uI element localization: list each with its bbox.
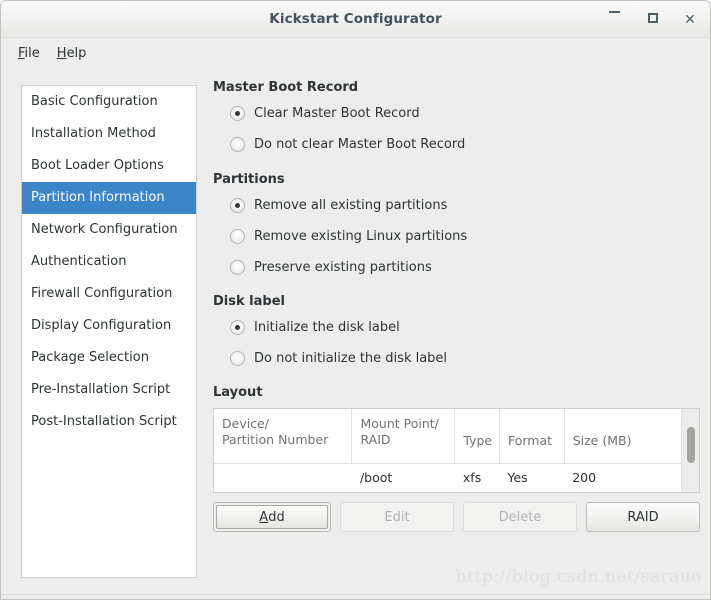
add-button[interactable]: Add [213, 502, 331, 532]
raid-button[interactable]: RAID [586, 502, 700, 532]
column-header-device-line1: Device/ [222, 416, 269, 431]
sidebar-item-basic-configuration[interactable]: Basic Configuration [22, 86, 196, 118]
title-bar: Kickstart Configurator ✕ [1, 1, 710, 38]
radio-remove-all-existing-partitions[interactable]: Remove all existing partitions [230, 194, 700, 216]
bottom-divider [1, 594, 710, 595]
column-header-mount-point: Mount Point/RAID [351, 409, 456, 464]
menu-help-mnemonic: H [56, 45, 67, 61]
cell-mount-point: /boot [359, 469, 393, 485]
sidebar-item-network-configuration[interactable]: Network Configuration [22, 214, 196, 246]
column-header-format: Format [499, 409, 565, 464]
radio-label-remove-linux: Remove existing Linux partitions [254, 228, 468, 244]
add-button-inner: Add [216, 505, 328, 529]
column-header-mount-line1: Mount Point/ [360, 416, 439, 431]
group-layout: Layout Device/Partition Number Mount Poi… [213, 385, 700, 532]
radio-label-preserve: Preserve existing partitions [254, 259, 432, 275]
radio-icon-unselected [230, 136, 245, 152]
table-scroll-area: Device/Partition Number Mount Point/RAID… [214, 409, 681, 492]
cell-format: Yes [507, 469, 528, 485]
radio-icon-selected [230, 319, 245, 335]
radio-icon-unselected [230, 259, 245, 275]
radio-remove-existing-linux-partitions[interactable]: Remove existing Linux partitions [230, 225, 700, 247]
maximize-icon [648, 13, 658, 23]
group-title-partitions: Partitions [213, 172, 285, 187]
scrollbar-thumb[interactable] [687, 427, 695, 463]
group-master-boot-record: Master Boot Record Clear Master Boot Rec… [213, 80, 700, 155]
radio-do-not-initialize-the-disk-label[interactable]: Do not initialize the disk label [230, 347, 700, 369]
radio-label-remove-all: Remove all existing partitions [254, 197, 448, 213]
sidebar-item-authentication[interactable]: Authentication [22, 246, 196, 278]
sidebar-item-boot-loader-options[interactable]: Boot Loader Options [22, 150, 196, 182]
cell-type: xfs [462, 469, 482, 485]
group-disk-label: Disk label Initialize the disk label Do … [213, 294, 700, 369]
cell-device [214, 463, 352, 491]
menu-help[interactable]: Help [49, 43, 96, 64]
radio-icon-selected [230, 105, 245, 121]
radio-do-not-clear-master-boot-record[interactable]: Do not clear Master Boot Record [230, 133, 700, 155]
watermark-text: http://blog.csdn.net/sarauo [455, 567, 702, 587]
radio-label-clear-mbr: Clear Master Boot Record [254, 105, 420, 121]
navigation-sidebar[interactable]: Basic Configuration Installation Method … [21, 85, 197, 578]
table-vertical-scrollbar[interactable] [681, 409, 699, 492]
layout-button-row: Add Edit Delete RAID [213, 502, 700, 532]
menu-file[interactable]: File [10, 43, 49, 64]
group-title-master-boot-record: Master Boot Record [213, 80, 359, 95]
menu-help-rest: elp [66, 45, 87, 61]
minimize-button[interactable] [604, 10, 624, 30]
table-row[interactable]: /boot xfs Yes 200 [214, 463, 681, 491]
menu-file-rest: ile [24, 45, 40, 61]
radio-label-initialize: Initialize the disk label [254, 319, 400, 335]
column-header-size: Size (MB) [564, 409, 681, 464]
cell-size: 200 [572, 469, 597, 485]
radio-icon-selected [230, 197, 245, 213]
radio-label-do-not-initialize: Do not initialize the disk label [254, 350, 448, 366]
partition-layout-table[interactable]: Device/Partition Number Mount Point/RAID… [213, 408, 700, 493]
add-button-mnemonic: A [259, 509, 269, 525]
sidebar-item-package-selection[interactable]: Package Selection [22, 342, 196, 374]
radio-icon-unselected [230, 228, 245, 244]
main-content: Master Boot Record Clear Master Boot Rec… [213, 68, 700, 532]
sidebar-item-pre-installation-script[interactable]: Pre-Installation Script [22, 374, 196, 406]
sidebar-item-post-installation-script[interactable]: Post-Installation Script [22, 406, 196, 438]
sidebar-item-installation-method[interactable]: Installation Method [22, 118, 196, 150]
delete-button[interactable]: Delete [463, 502, 577, 532]
radio-clear-master-boot-record[interactable]: Clear Master Boot Record [230, 102, 700, 124]
close-button[interactable]: ✕ [680, 10, 700, 30]
column-header-type: Type [454, 409, 500, 464]
sidebar-item-partition-information[interactable]: Partition Information [22, 182, 196, 214]
menu-bar: File Help [1, 38, 710, 68]
radio-icon-unselected [230, 350, 245, 366]
group-title-layout: Layout [213, 385, 263, 400]
table-header-row: Device/Partition Number Mount Point/RAID… [214, 409, 681, 464]
group-title-disk-label: Disk label [213, 294, 285, 309]
add-button-rest: dd [268, 509, 285, 525]
column-header-device-line2: Partition Number [222, 432, 329, 447]
maximize-button[interactable] [643, 10, 663, 30]
radio-label-do-not-clear-mbr: Do not clear Master Boot Record [254, 136, 466, 152]
radio-preserve-existing-partitions[interactable]: Preserve existing partitions [230, 256, 700, 278]
application-window: Kickstart Configurator ✕ File Help Basic… [0, 0, 711, 600]
edit-button[interactable]: Edit [340, 502, 454, 532]
minimize-icon [608, 11, 620, 13]
radio-initialize-the-disk-label[interactable]: Initialize the disk label [230, 316, 700, 338]
window-body: Basic Configuration Installation Method … [1, 68, 710, 599]
column-header-device: Device/Partition Number [214, 409, 353, 464]
sidebar-item-display-configuration[interactable]: Display Configuration [22, 310, 196, 342]
sidebar-item-firewall-configuration[interactable]: Firewall Configuration [22, 278, 196, 310]
column-header-mount-line2: RAID [360, 432, 391, 447]
group-partitions: Partitions Remove all existing partition… [213, 172, 700, 278]
